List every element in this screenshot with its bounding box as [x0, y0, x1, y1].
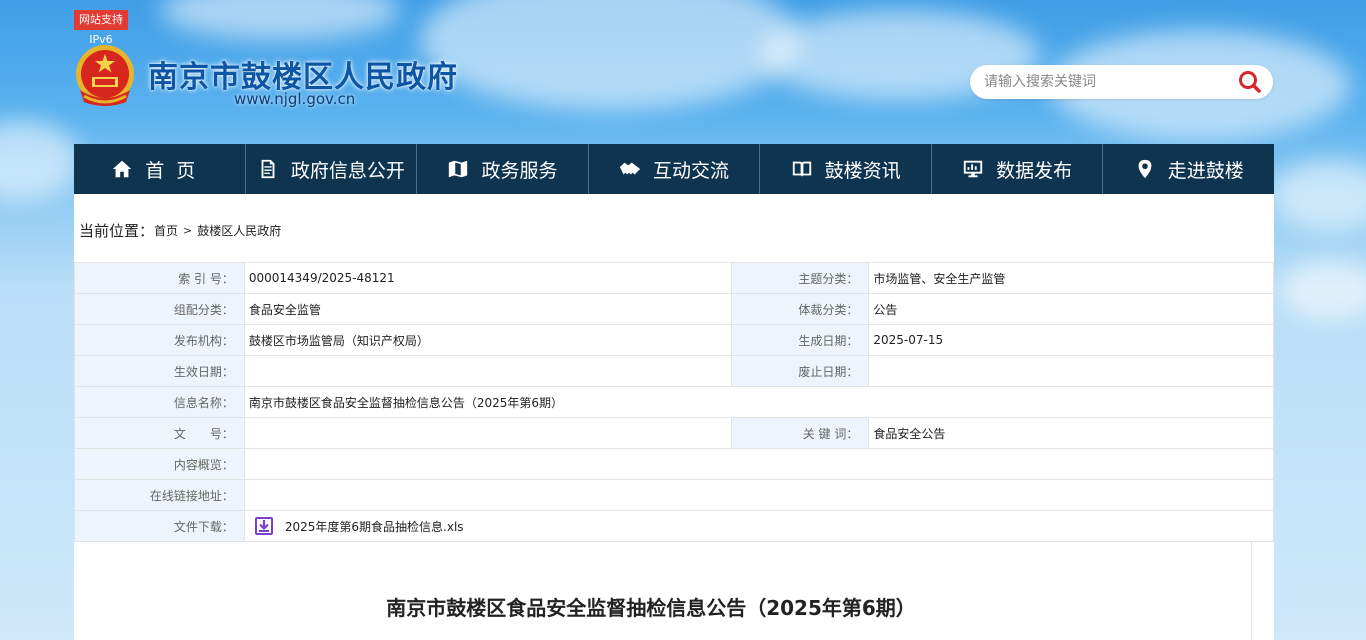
genre-value: 公告 — [868, 293, 1274, 325]
table-row: 索 引 号： 000014349/2025-48121 主题分类： 市场监管、安… — [74, 262, 1274, 294]
nav-item-home[interactable]: 首页 — [74, 144, 246, 194]
monitor-chart-icon — [964, 160, 983, 178]
org-category-value: 食品安全监管 — [243, 293, 733, 325]
table-row: 内容概览： — [74, 448, 1275, 480]
handshake-icon — [619, 162, 641, 175]
nav-item-gov-info[interactable]: 政府信息公开 — [246, 144, 418, 194]
nav-item-label: 走进鼓楼 — [1167, 159, 1244, 182]
nav-item-label: 政务服务 — [481, 159, 558, 182]
effective-date-value — [243, 355, 733, 387]
summary-value — [243, 448, 1275, 480]
home-icon — [113, 160, 132, 178]
nav-item-services[interactable]: 政务服务 — [417, 144, 589, 194]
nav-item-label: 数据发布 — [996, 159, 1073, 182]
content-panel: 当前位置： 首页 > 鼓楼区人民政府 索 引 号： 000014349/2025… — [74, 194, 1275, 640]
search-icon[interactable] — [1237, 70, 1263, 94]
main-nav: 首页 政府信息公开 政务服务 互动交流 鼓楼资讯 数据发布 走进鼓楼 — [74, 144, 1274, 194]
effective-date-label: 生效日期： — [74, 355, 245, 387]
book-icon — [792, 161, 811, 178]
info-name-label: 信息名称： — [74, 386, 245, 418]
abolished-date-label: 废止日期： — [731, 355, 870, 387]
org-category-label: 组配分类： — [74, 293, 245, 325]
table-row: 组配分类： 食品安全监管 体裁分类： 公告 — [74, 293, 1274, 325]
index-no-label: 索 引 号： — [74, 262, 245, 294]
national-emblem-icon — [76, 45, 134, 106]
topic-value: 市场监管、安全生产监管 — [868, 262, 1274, 294]
nav-item-data[interactable]: 数据发布 — [932, 144, 1104, 194]
breadcrumb-separator: > — [183, 224, 193, 237]
doc-no-label: 文 号： — [74, 417, 245, 449]
summary-label: 内容概览： — [74, 448, 245, 480]
created-date-value: 2025-07-15 — [868, 324, 1274, 356]
download-row: 2025年度第6期食品抽检信息.xls — [249, 517, 1273, 535]
article-body — [74, 542, 1252, 640]
doc-no-value — [243, 417, 733, 449]
nav-item-label: 鼓楼资讯 — [824, 159, 901, 182]
location-pin-icon — [1138, 159, 1152, 179]
ipv6-badge: 网站支持IPv6 — [74, 10, 128, 46]
nav-item-news[interactable]: 鼓楼资讯 — [760, 144, 932, 194]
nav-item-label: 首页 — [145, 159, 208, 182]
nav-item-about[interactable]: 走进鼓楼 — [1103, 144, 1274, 194]
nav-item-interaction[interactable]: 互动交流 — [589, 144, 761, 194]
publisher-value: 鼓楼区市场监管局（知识产权局） — [243, 324, 733, 356]
topic-label: 主题分类： — [731, 262, 870, 294]
breadcrumb-home-link[interactable]: 首页 — [154, 222, 178, 239]
info-name-value: 南京市鼓楼区食品安全监督抽检信息公告（2025年第6期） — [243, 386, 1275, 418]
nav-item-label: 互动交流 — [653, 159, 730, 182]
publisher-label: 发布机构： — [74, 324, 245, 356]
abolished-date-value — [868, 355, 1274, 387]
keywords-value: 食品安全公告 — [868, 417, 1274, 449]
breadcrumb-label: 当前位置： — [79, 222, 155, 240]
table-row: 文件下载： 2025年度第6期食品抽检信息.xls — [74, 510, 1275, 542]
download-file-link[interactable]: 2025年度第6期食品抽检信息.xls — [285, 518, 464, 535]
search-input[interactable] — [984, 72, 1224, 92]
table-row: 发布机构： 鼓楼区市场监管局（知识产权局） 生成日期： 2025-07-15 — [74, 324, 1274, 356]
table-row: 在线链接地址： — [74, 479, 1275, 511]
download-label: 文件下载： — [74, 510, 245, 542]
nav-item-label: 政府信息公开 — [290, 159, 405, 182]
map-icon — [449, 160, 468, 178]
breadcrumb: 当前位置： 首页 > 鼓楼区人民政府 — [79, 220, 281, 241]
document-icon — [261, 159, 275, 179]
download-cell: 2025年度第6期食品抽检信息.xls — [243, 510, 1275, 542]
table-row: 信息名称： 南京市鼓楼区食品安全监督抽检信息公告（2025年第6期） — [74, 386, 1275, 418]
table-row: 生效日期： 废止日期： — [74, 355, 1274, 387]
created-date-label: 生成日期： — [731, 324, 870, 356]
keywords-label: 关 键 词： — [731, 417, 870, 449]
online-link-value — [243, 479, 1275, 511]
site-url: www.njgl.gov.cn — [234, 90, 356, 108]
metadata-table: 索 引 号： 000014349/2025-48121 主题分类： 市场监管、安… — [74, 262, 1275, 542]
genre-label: 体裁分类： — [731, 293, 870, 325]
breadcrumb-current-link[interactable]: 鼓楼区人民政府 — [197, 222, 281, 239]
online-link-label: 在线链接地址： — [74, 479, 245, 511]
search-bar — [970, 65, 1273, 99]
table-row: 文 号： 关 键 词： 食品安全公告 — [74, 417, 1274, 449]
download-icon[interactable] — [254, 517, 273, 535]
article-title: 南京市鼓楼区食品安全监督抽检信息公告（2025年第6期） — [386, 596, 916, 620]
index-no-value: 000014349/2025-48121 — [243, 262, 733, 294]
